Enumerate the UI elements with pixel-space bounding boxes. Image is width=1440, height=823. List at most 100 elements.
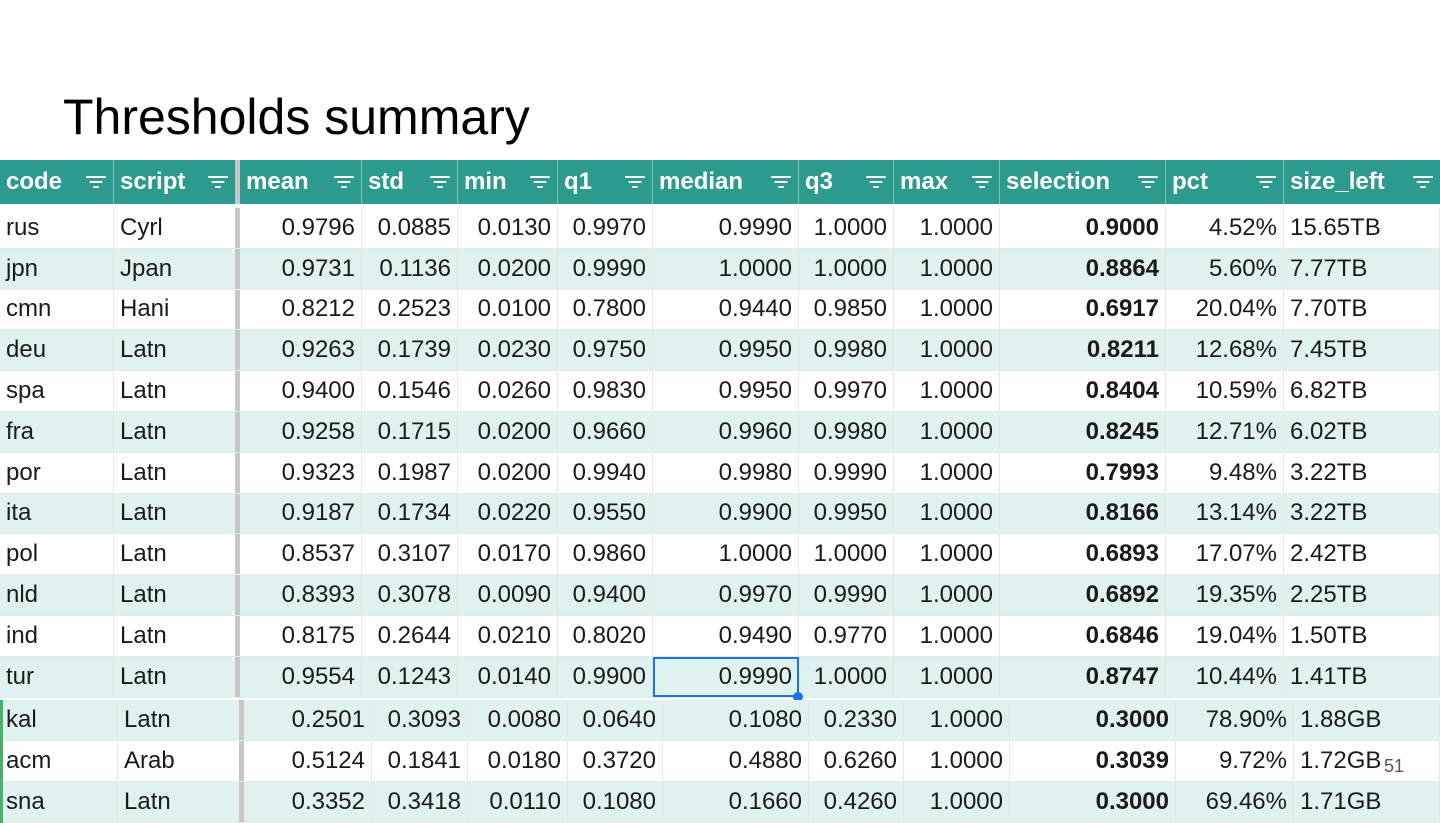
cell-min[interactable]: 0.0110 bbox=[468, 781, 568, 822]
cell-q3[interactable]: 1.0000 bbox=[799, 534, 894, 575]
cell-selection[interactable]: 0.3000 bbox=[1010, 781, 1176, 822]
cell-mean[interactable]: 0.9796 bbox=[240, 208, 362, 248]
column-header-size-left[interactable]: size_left bbox=[1284, 160, 1440, 204]
cell-code[interactable]: por bbox=[0, 452, 114, 493]
cell-selection[interactable]: 0.7993 bbox=[1000, 452, 1166, 493]
cell-max[interactable]: 1.0000 bbox=[894, 248, 1000, 289]
cell-min[interactable]: 0.0090 bbox=[458, 575, 558, 615]
cell-max[interactable]: 1.0000 bbox=[894, 411, 1000, 452]
cell-selection[interactable]: 0.8245 bbox=[1000, 411, 1166, 452]
cell-pct[interactable]: 9.72% bbox=[1176, 740, 1294, 781]
cell-q1[interactable]: 0.9990 bbox=[558, 248, 653, 289]
cell-std[interactable]: 0.3418 bbox=[372, 781, 468, 822]
cell-q1[interactable]: 0.0640 bbox=[568, 699, 663, 740]
cell-mean[interactable]: 0.9323 bbox=[240, 452, 362, 493]
column-header-median[interactable]: median bbox=[653, 160, 799, 204]
cell-code[interactable]: ita bbox=[0, 493, 114, 534]
cell-max[interactable]: 1.0000 bbox=[894, 208, 1000, 248]
cell-q1[interactable]: 0.9900 bbox=[558, 656, 653, 697]
filter-icon[interactable] bbox=[333, 174, 355, 190]
cell-q3[interactable]: 0.9850 bbox=[799, 289, 894, 330]
cell-median[interactable]: 0.9950 bbox=[653, 330, 799, 371]
column-header-q1[interactable]: q1 bbox=[558, 160, 653, 204]
cell-median[interactable]: 0.9490 bbox=[653, 615, 799, 656]
cell-median[interactable]: 0.4880 bbox=[663, 740, 809, 781]
cell-pct[interactable]: 19.04% bbox=[1166, 615, 1284, 656]
cell-code[interactable]: pol bbox=[0, 534, 114, 575]
cell-size-left[interactable]: 1.88GB bbox=[1294, 699, 1440, 740]
column-header-pct[interactable]: pct bbox=[1166, 160, 1284, 204]
cell-median[interactable]: 0.9440 bbox=[653, 289, 799, 330]
cell-std[interactable]: 0.0885 bbox=[362, 208, 458, 248]
cell-min[interactable]: 0.0200 bbox=[458, 248, 558, 289]
cell-script[interactable]: Latn bbox=[114, 371, 240, 411]
cell-mean[interactable]: 0.3352 bbox=[244, 781, 372, 822]
cell-std[interactable]: 0.1243 bbox=[362, 656, 458, 697]
cell-script[interactable]: Latn bbox=[114, 411, 240, 452]
cell-size-left[interactable]: 1.50TB bbox=[1284, 615, 1440, 656]
cell-pct[interactable]: 10.59% bbox=[1166, 371, 1284, 411]
cell-std[interactable]: 0.1987 bbox=[362, 452, 458, 493]
cell-min[interactable]: 0.0130 bbox=[458, 208, 558, 248]
cell-mean[interactable]: 0.9258 bbox=[240, 411, 362, 452]
cell-size-left[interactable]: 7.70TB bbox=[1284, 289, 1440, 330]
cell-code[interactable]: fra bbox=[0, 411, 114, 452]
column-header-q3[interactable]: q3 bbox=[799, 160, 894, 204]
cell-q3[interactable]: 0.6260 bbox=[809, 740, 904, 781]
cell-median[interactable]: 0.9960 bbox=[653, 411, 799, 452]
cell-size-left[interactable]: 1.72GB bbox=[1294, 740, 1440, 781]
cell-selection[interactable]: 0.6893 bbox=[1000, 534, 1166, 575]
cell-q3[interactable]: 0.9950 bbox=[799, 493, 894, 534]
cell-script[interactable]: Latn bbox=[114, 493, 240, 534]
cell-size-left[interactable]: 3.22TB bbox=[1284, 452, 1440, 493]
cell-code[interactable]: nld bbox=[0, 575, 114, 615]
cell-std[interactable]: 0.1136 bbox=[362, 248, 458, 289]
cell-size-left[interactable]: 1.71GB bbox=[1294, 781, 1440, 822]
cell-min[interactable]: 0.0080 bbox=[468, 699, 568, 740]
column-header-min[interactable]: min bbox=[458, 160, 558, 204]
column-header-script[interactable]: script bbox=[114, 160, 240, 204]
cell-q3[interactable]: 1.0000 bbox=[799, 208, 894, 248]
cell-q1[interactable]: 0.9830 bbox=[558, 371, 653, 411]
cell-median[interactable]: 0.9970 bbox=[653, 575, 799, 615]
cell-mean[interactable]: 0.8393 bbox=[240, 575, 362, 615]
filter-icon[interactable] bbox=[85, 174, 107, 190]
cell-size-left[interactable]: 7.45TB bbox=[1284, 330, 1440, 371]
cell-q3[interactable]: 0.2330 bbox=[809, 699, 904, 740]
column-header-mean[interactable]: mean bbox=[240, 160, 362, 204]
cell-q3[interactable]: 1.0000 bbox=[799, 656, 894, 697]
filter-icon[interactable] bbox=[207, 174, 229, 190]
cell-min[interactable]: 0.0180 bbox=[468, 740, 568, 781]
cell-pct[interactable]: 5.60% bbox=[1166, 248, 1284, 289]
cell-selection[interactable]: 0.8404 bbox=[1000, 371, 1166, 411]
cell-code[interactable]: sna bbox=[0, 781, 118, 822]
cell-std[interactable]: 0.1841 bbox=[372, 740, 468, 781]
cell-max[interactable]: 1.0000 bbox=[894, 656, 1000, 697]
cell-q3[interactable]: 0.9970 bbox=[799, 371, 894, 411]
cell-pct[interactable]: 12.71% bbox=[1166, 411, 1284, 452]
cell-code[interactable]: deu bbox=[0, 330, 114, 371]
cell-std[interactable]: 0.1546 bbox=[362, 371, 458, 411]
cell-selection[interactable]: 0.9000 bbox=[1000, 208, 1166, 248]
cell-q1[interactable]: 0.9970 bbox=[558, 208, 653, 248]
filter-icon[interactable] bbox=[529, 174, 551, 190]
filter-icon[interactable] bbox=[429, 174, 451, 190]
cell-selection[interactable]: 0.6846 bbox=[1000, 615, 1166, 656]
cell-mean[interactable]: 0.8175 bbox=[240, 615, 362, 656]
cell-script[interactable]: Latn bbox=[114, 656, 240, 697]
cell-mean[interactable]: 0.2501 bbox=[244, 699, 372, 740]
cell-max[interactable]: 1.0000 bbox=[894, 371, 1000, 411]
cell-pct[interactable]: 78.90% bbox=[1176, 699, 1294, 740]
cell-selection[interactable]: 0.8747 bbox=[1000, 656, 1166, 697]
cell-q3[interactable]: 0.4260 bbox=[809, 781, 904, 822]
cell-std[interactable]: 0.1715 bbox=[362, 411, 458, 452]
cell-min[interactable]: 0.0230 bbox=[458, 330, 558, 371]
cell-std[interactable]: 0.3093 bbox=[372, 699, 468, 740]
cell-mean[interactable]: 0.9187 bbox=[240, 493, 362, 534]
cell-median[interactable]: 1.0000 bbox=[653, 534, 799, 575]
cell-size-left[interactable]: 3.22TB bbox=[1284, 493, 1440, 534]
cell-mean[interactable]: 0.9400 bbox=[240, 371, 362, 411]
cell-q1[interactable]: 0.9400 bbox=[558, 575, 653, 615]
cell-mean[interactable]: 0.5124 bbox=[244, 740, 372, 781]
cell-median[interactable]: 0.9990 bbox=[653, 656, 803, 702]
